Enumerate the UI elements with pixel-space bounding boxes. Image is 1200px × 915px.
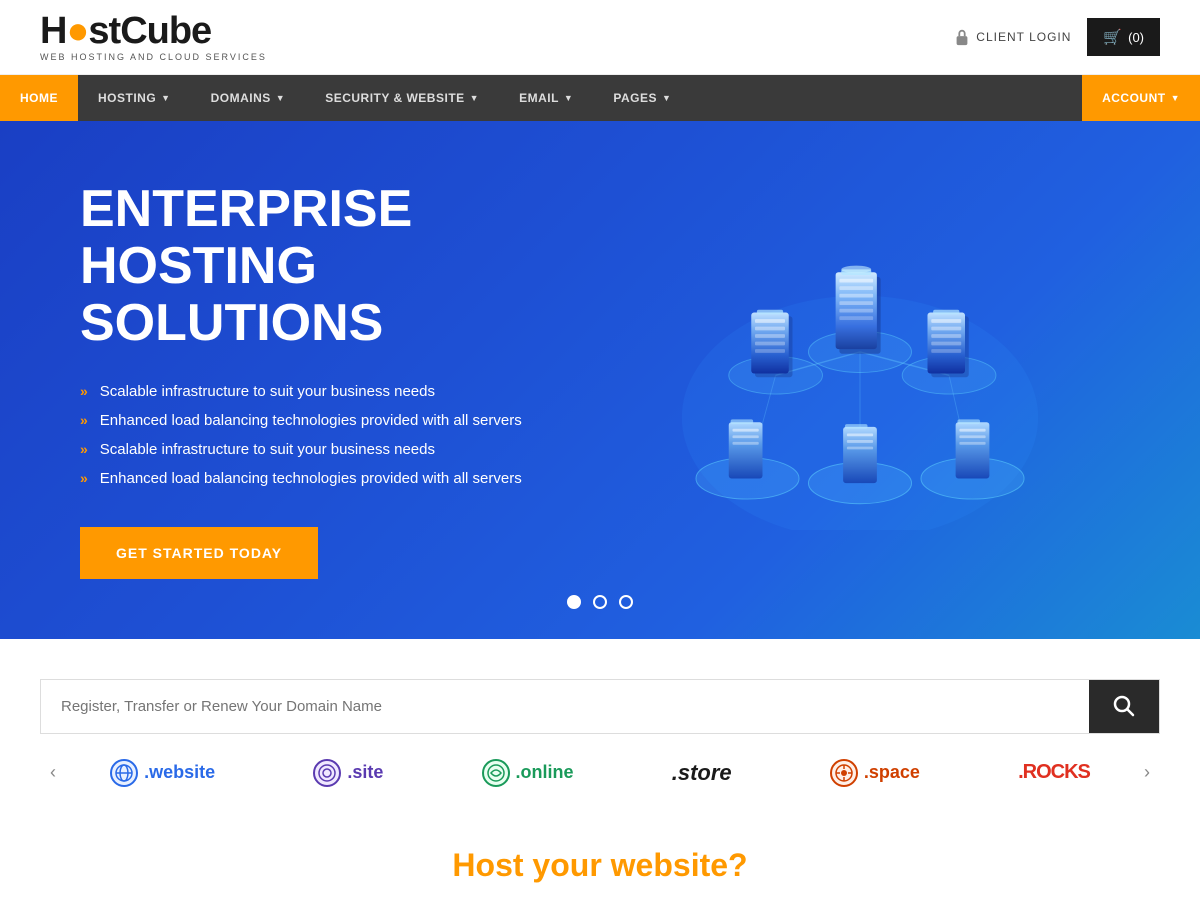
- bullet-arrow-icon: »: [80, 441, 88, 457]
- domain-search-button[interactable]: [1089, 680, 1159, 733]
- nav-email-label: EMAIL: [519, 91, 559, 105]
- tld-row: ‹ .website .s: [40, 734, 1160, 797]
- nav-item-domains[interactable]: DOMAINS ▼: [191, 75, 306, 121]
- nav-item-email[interactable]: EMAIL ▼: [499, 75, 593, 121]
- chevron-down-icon: ▼: [564, 93, 573, 103]
- main-nav: HOME HOSTING ▼ DOMAINS ▼ SECURITY & WEBS…: [0, 75, 1200, 121]
- hero-bullet-1-text: Scalable infrastructure to suit your bus…: [100, 383, 435, 400]
- tld-store[interactable]: .store: [672, 760, 732, 786]
- nav-item-hosting[interactable]: HOSTING ▼: [78, 75, 191, 121]
- tld-website-icon: [110, 759, 138, 787]
- chevron-down-icon: ▼: [662, 93, 671, 103]
- slider-dot-1[interactable]: [567, 595, 581, 609]
- tld-online[interactable]: .online: [482, 759, 574, 787]
- cart-count: (0): [1128, 30, 1144, 45]
- tld-space-icon: [830, 759, 858, 787]
- nav-security-label: SECURITY & WEBSITE: [325, 91, 464, 105]
- tld-items: .website .site .online: [66, 759, 1134, 787]
- cart-icon: 🛒: [1103, 28, 1122, 46]
- nav-item-pages[interactable]: PAGES ▼: [593, 75, 691, 121]
- hero-title-line1: ENTERPRISE HOSTING: [80, 180, 412, 295]
- chevron-down-icon: ▼: [276, 93, 285, 103]
- hero-bullet-3-text: Scalable infrastructure to suit your bus…: [100, 441, 435, 458]
- hero-bullets: » Scalable infrastructure to suit your b…: [80, 383, 600, 487]
- tld-prev-arrow[interactable]: ‹: [40, 762, 66, 783]
- chevron-down-icon: ▼: [161, 93, 170, 103]
- tld-space-label: .space: [864, 762, 920, 783]
- nav-account-label: ACCOUNT: [1102, 91, 1166, 105]
- client-login-button[interactable]: CLIENT LOGIN: [954, 28, 1071, 46]
- hero-bullet-3: » Scalable infrastructure to suit your b…: [80, 441, 600, 458]
- slider-dot-2[interactable]: [593, 595, 607, 609]
- tld-site-icon: [313, 759, 341, 787]
- hero-bullet-1: » Scalable infrastructure to suit your b…: [80, 383, 600, 400]
- tld-next-arrow[interactable]: ›: [1134, 762, 1160, 783]
- server-cluster-illustration: [670, 230, 1050, 530]
- nav-item-home[interactable]: HOME: [0, 75, 78, 121]
- get-started-button[interactable]: GET STARTED TODAY: [80, 527, 318, 579]
- nav-item-account[interactable]: ACCOUNT ▼: [1082, 75, 1200, 121]
- nav-pages-label: PAGES: [613, 91, 657, 105]
- bottom-title-text: Host your website?: [452, 847, 747, 883]
- nav-domains-label: DOMAINS: [211, 91, 271, 105]
- brand-name: H●stCube: [40, 12, 267, 50]
- nav-home-label: HOME: [20, 91, 58, 105]
- logo[interactable]: H●stCube WEB HOSTING AND CLOUD SERVICES: [40, 12, 267, 62]
- tld-site-label: .site: [347, 762, 383, 783]
- slider-dot-3[interactable]: [619, 595, 633, 609]
- tld-site[interactable]: .site: [313, 759, 383, 787]
- bottom-section: Host your website?: [0, 817, 1200, 894]
- hero-title-line2: SOLUTIONS: [80, 294, 383, 352]
- hero-content: ENTERPRISE HOSTING SOLUTIONS » Scalable …: [80, 181, 600, 579]
- tld-rocks-label: .ROCKS: [1018, 761, 1090, 784]
- domain-search-input[interactable]: [41, 680, 1089, 733]
- nav-hosting-label: HOSTING: [98, 91, 156, 105]
- tld-website[interactable]: .website: [110, 759, 215, 787]
- tld-rocks[interactable]: .ROCKS: [1018, 761, 1090, 784]
- domain-search-section: ‹ .website .s: [0, 639, 1200, 817]
- header-actions: CLIENT LOGIN 🛒 (0): [954, 18, 1160, 56]
- nav-item-security[interactable]: SECURITY & WEBSITE ▼: [305, 75, 499, 121]
- slider-dots: [567, 595, 633, 609]
- hero-section: ENTERPRISE HOSTING SOLUTIONS » Scalable …: [0, 121, 1200, 639]
- search-icon: [1113, 695, 1135, 717]
- brand-subtitle: WEB HOSTING AND CLOUD SERVICES: [40, 52, 267, 62]
- tld-store-label: .store: [672, 760, 732, 786]
- tld-online-icon: [482, 759, 510, 787]
- hero-bullet-4-text: Enhanced load balancing technologies pro…: [100, 470, 522, 487]
- bottom-title: Host your website?: [40, 847, 1160, 884]
- domain-search-box: [40, 679, 1160, 734]
- chevron-down-icon: ▼: [470, 93, 479, 103]
- bullet-arrow-icon: »: [80, 383, 88, 399]
- lock-icon: [954, 28, 970, 46]
- chevron-down-icon: ▼: [1171, 93, 1180, 103]
- hero-title: ENTERPRISE HOSTING SOLUTIONS: [80, 181, 600, 353]
- bullet-arrow-icon: »: [80, 470, 88, 486]
- hero-bullet-2: » Enhanced load balancing technologies p…: [80, 412, 600, 429]
- client-login-label: CLIENT LOGIN: [976, 30, 1071, 44]
- cart-button[interactable]: 🛒 (0): [1087, 18, 1160, 56]
- hero-bullet-2-text: Enhanced load balancing technologies pro…: [100, 412, 522, 429]
- hero-illustration: [600, 230, 1120, 530]
- bullet-arrow-icon: »: [80, 412, 88, 428]
- tld-space[interactable]: .space: [830, 759, 920, 787]
- header: H●stCube WEB HOSTING AND CLOUD SERVICES …: [0, 0, 1200, 75]
- tld-online-label: .online: [516, 762, 574, 783]
- hero-bullet-4: » Enhanced load balancing technologies p…: [80, 470, 600, 487]
- tld-website-label: .website: [144, 762, 215, 783]
